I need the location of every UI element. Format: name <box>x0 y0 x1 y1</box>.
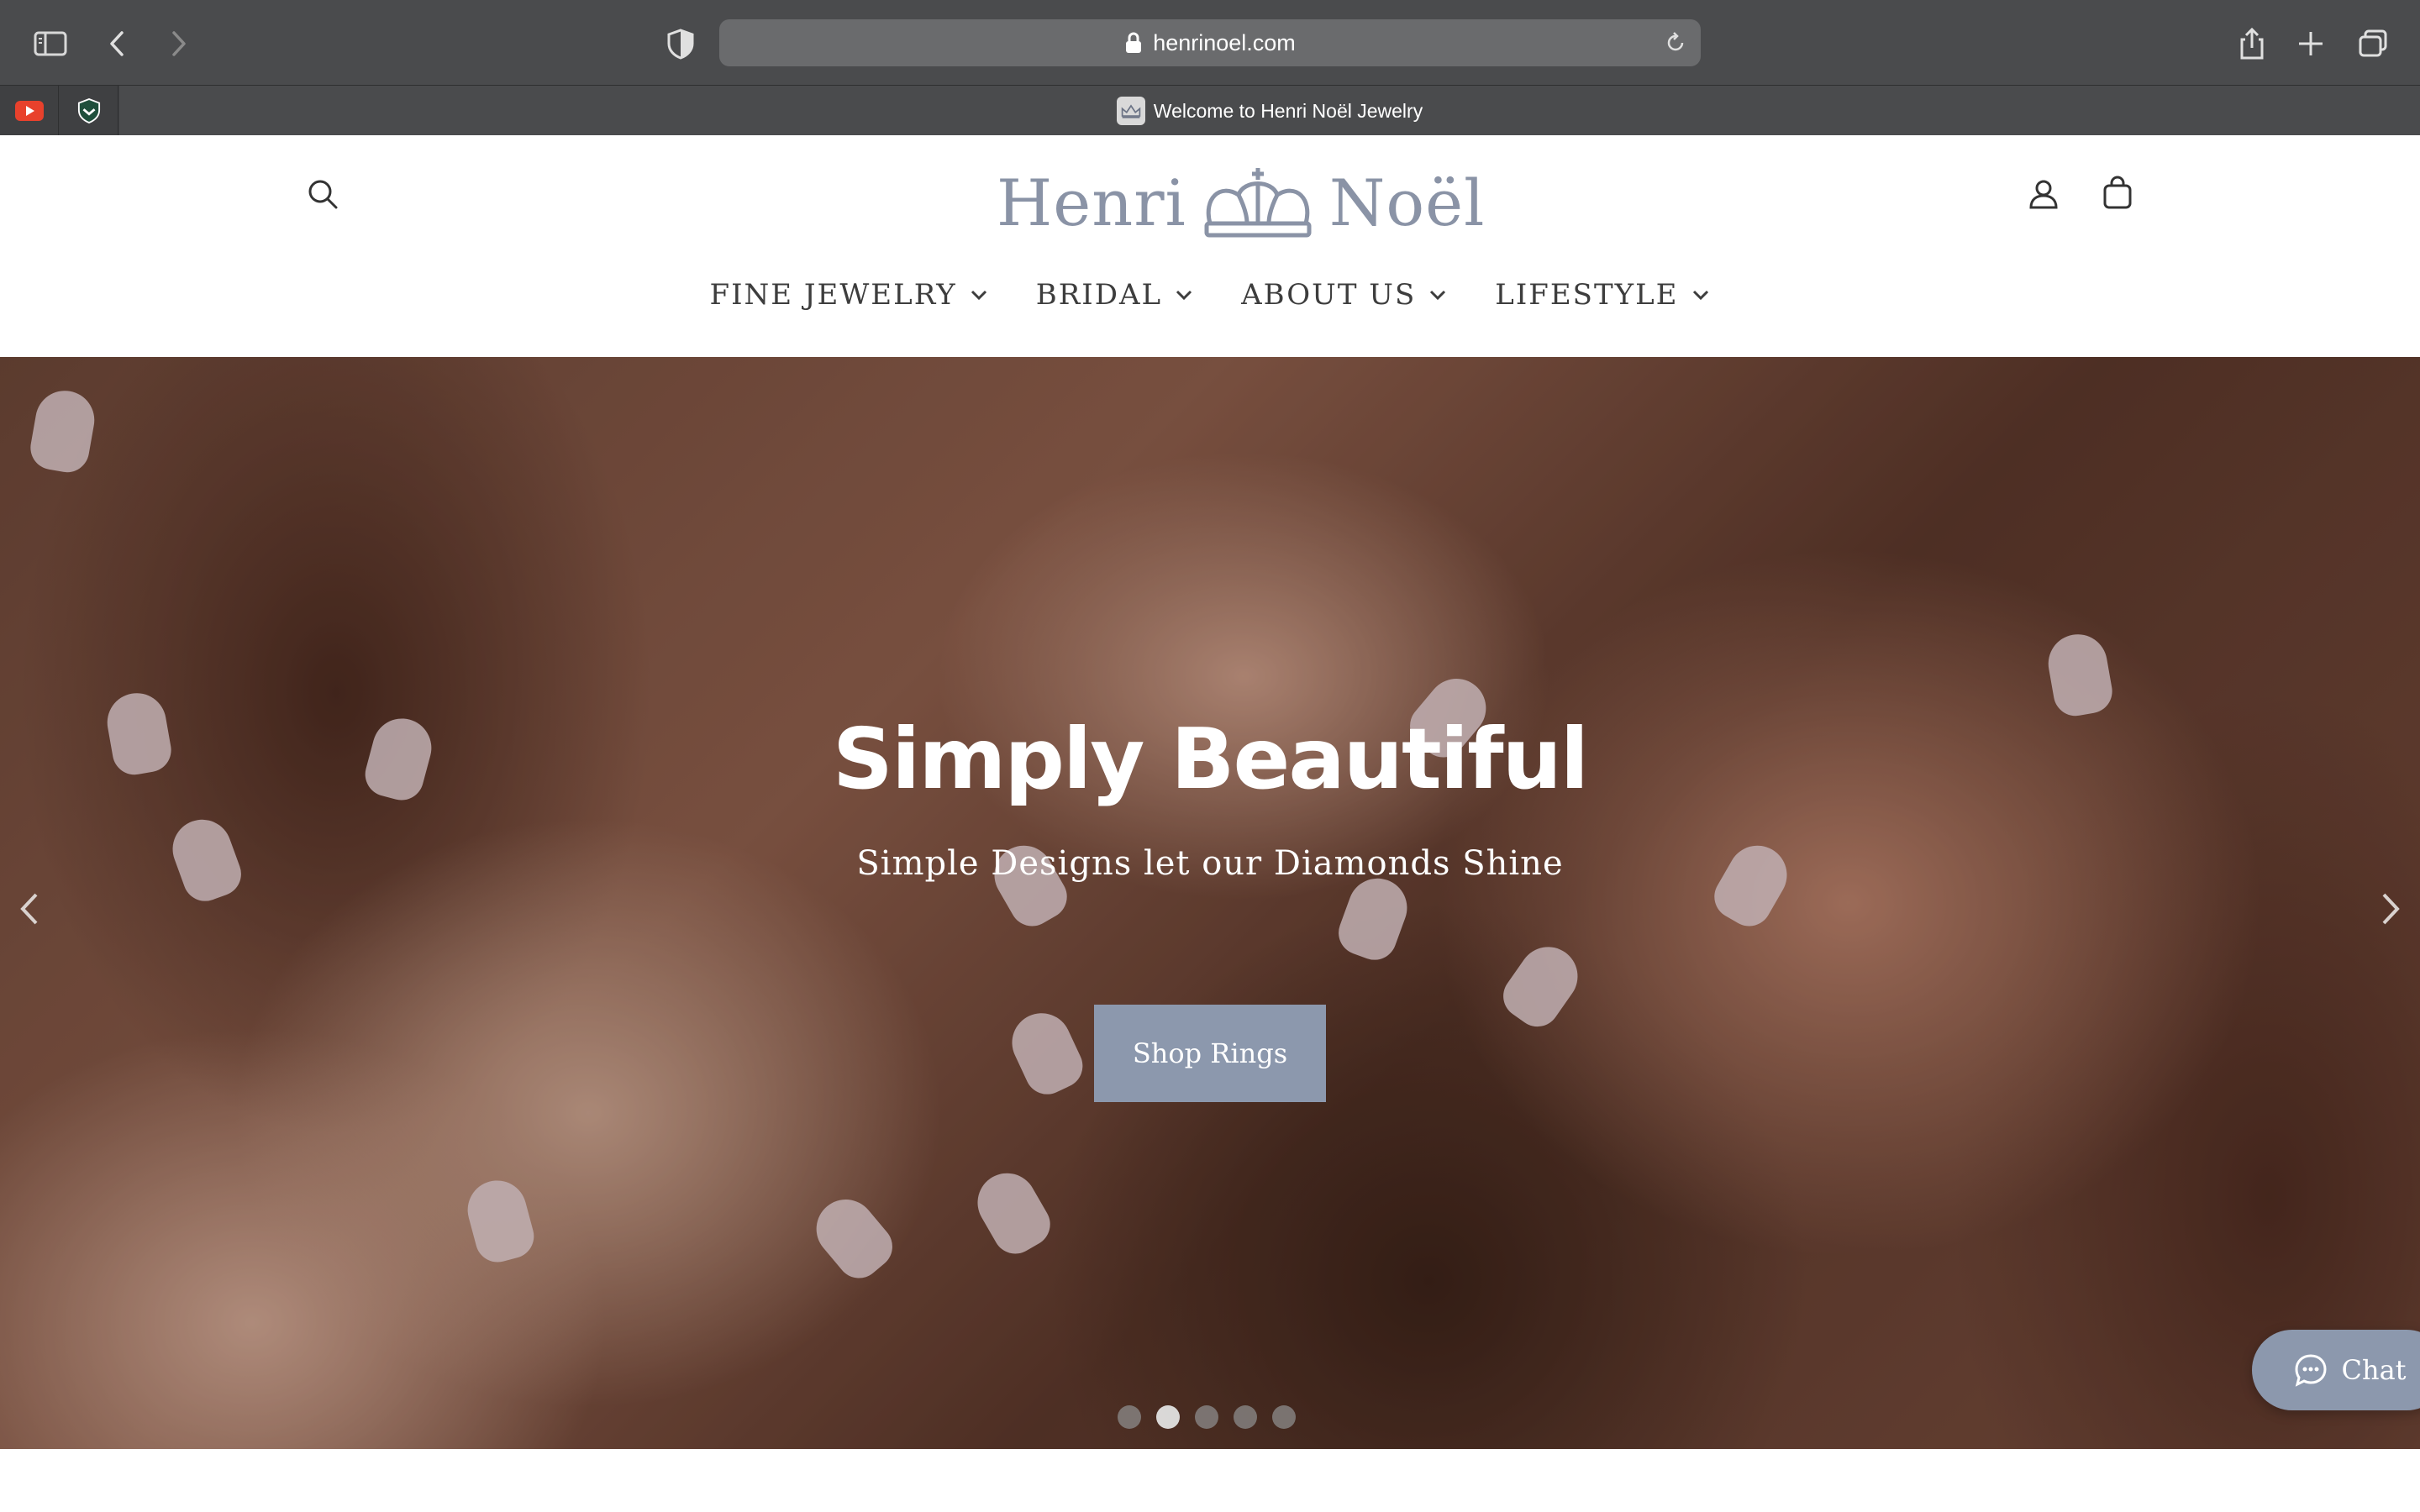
chevron-left-icon <box>20 893 38 925</box>
crown-logo-icon <box>1204 168 1312 238</box>
active-tab[interactable]: Welcome to Henri Noël Jewelry <box>119 86 2420 136</box>
hero-subtitle: Simple Designs let our Diamonds Shine <box>856 844 1564 883</box>
reload-icon[interactable] <box>1662 29 1689 56</box>
shop-rings-button[interactable]: Shop Rings <box>1094 1005 1326 1102</box>
tab-bar: Welcome to Henri Noël Jewelry <box>0 85 2420 136</box>
site-logo[interactable]: Henri Noël <box>997 160 1485 244</box>
cart-icon[interactable] <box>2092 169 2143 219</box>
chevron-down-icon <box>971 290 986 301</box>
slide-indicators <box>1118 1405 1296 1429</box>
slide-dot-4[interactable] <box>1234 1405 1257 1429</box>
hero-title: Simply Beautiful <box>832 710 1589 808</box>
privacy-shield-icon[interactable] <box>654 17 708 71</box>
url-text: henrinoel.com <box>1153 29 1296 55</box>
nav-bridal[interactable]: BRIDAL <box>1013 278 1218 312</box>
browser-toolbar: henrinoel.com <box>0 0 2420 85</box>
slide-dot-3[interactable] <box>1195 1405 1218 1429</box>
nav-lifestyle[interactable]: LIFESTYLE <box>1471 278 1733 312</box>
address-bar[interactable]: henrinoel.com <box>719 19 1701 66</box>
nav-label: FINE JEWELRY <box>709 278 957 312</box>
main-nav: FINE JEWELRY BRIDAL ABOUT US LIFESTYLE <box>0 278 2420 312</box>
chat-button[interactable]: Chat <box>2252 1330 2420 1410</box>
nav-label: LIFESTYLE <box>1495 278 1679 312</box>
logo-text-henri: Henri <box>997 165 1186 240</box>
hero-slideshow: Simply Beautiful Simple Designs let our … <box>0 357 2420 1449</box>
search-icon[interactable] <box>297 169 348 219</box>
slide-dot-2[interactable] <box>1156 1405 1180 1429</box>
page-bottom <box>0 1449 2420 1512</box>
hero-photo <box>0 357 2420 1449</box>
youtube-favicon-icon <box>14 101 44 121</box>
pinned-tab-shield[interactable] <box>60 86 118 136</box>
share-icon[interactable] <box>2225 17 2279 71</box>
previous-slide-button[interactable] <box>8 879 50 938</box>
pinned-tab-youtube[interactable] <box>0 86 59 136</box>
sidebar-icon[interactable] <box>24 17 77 71</box>
forward-icon[interactable] <box>151 17 205 71</box>
slide-dot-1[interactable] <box>1118 1405 1141 1429</box>
nav-label: BRIDAL <box>1035 278 1163 312</box>
chevron-right-icon <box>2382 893 2400 925</box>
shield-favicon-icon <box>77 98 100 123</box>
tab-overview-icon[interactable] <box>2346 17 2400 71</box>
next-slide-button[interactable] <box>2370 879 2412 938</box>
account-icon[interactable] <box>2018 169 2069 219</box>
site-header: Henri Noël FINE JEWELRY BRIDAL ABOUT US … <box>0 135 2420 357</box>
back-icon[interactable] <box>91 17 145 71</box>
nav-about-us[interactable]: ABOUT US <box>1218 278 1471 312</box>
new-tab-icon[interactable] <box>2284 17 2338 71</box>
chevron-down-icon <box>1176 290 1192 301</box>
chevron-down-icon <box>1430 290 1446 301</box>
chevron-down-icon <box>1692 290 1708 301</box>
lock-icon <box>1126 32 1142 53</box>
nav-fine-jewelry[interactable]: FINE JEWELRY <box>687 278 1013 312</box>
crown-favicon-icon <box>1116 97 1145 125</box>
chat-label: Chat <box>2341 1354 2407 1386</box>
nav-label: ABOUT US <box>1241 278 1417 312</box>
logo-text-noel: Noël <box>1328 165 1486 240</box>
slide-dot-5[interactable] <box>1272 1405 1296 1429</box>
tab-title: Welcome to Henri Noël Jewelry <box>1153 99 1423 122</box>
chat-bubble-icon <box>2295 1354 2327 1387</box>
